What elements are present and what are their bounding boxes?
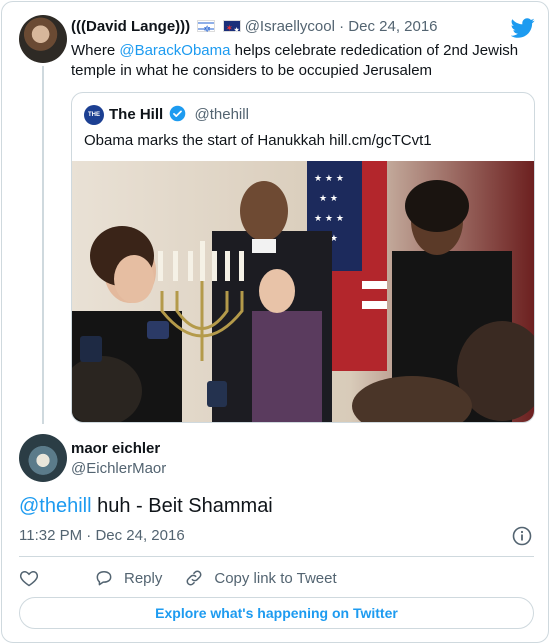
header-separator: ·	[339, 18, 345, 35]
action-divider	[19, 556, 534, 557]
reply-text-body: huh - Beit Shammai	[91, 495, 273, 517]
reply-bubble-icon	[96, 571, 112, 586]
quoted-header: The Hill @thehill	[109, 105, 249, 125]
parent-avatar[interactable]	[19, 15, 67, 63]
copy-link-label: Copy link to Tweet	[214, 569, 337, 587]
svg-text:★ ★ ★: ★ ★ ★	[314, 214, 344, 224]
parent-author-name[interactable]: (((David Lange)))	[71, 18, 190, 35]
thehill-avatar[interactable]: THE HILL	[84, 105, 104, 138]
action-bar: Reply Copy link to Tweet	[19, 567, 359, 589]
reply-button-label: Reply	[124, 569, 163, 587]
svg-text:★ ★: ★ ★	[319, 194, 338, 204]
parent-tweet-text: Where @BarackObama helps celebrate reded…	[71, 41, 531, 81]
parent-author-handle[interactable]: @Israellycool	[245, 18, 335, 35]
reply-meta-separator: ·	[86, 527, 92, 544]
info-icon[interactable]	[512, 526, 532, 546]
reply-timestamp[interactable]: 11:32 PM · Dec 24, 2016	[19, 526, 185, 546]
quoted-tweet[interactable]: THE HILL The Hill @thehill Obama marks t…	[71, 92, 535, 423]
quoted-tweet-text: Obama marks the start of Hanukkah hill.c…	[84, 132, 432, 149]
verified-badge-icon	[170, 105, 186, 122]
quoted-author-name[interactable]: The Hill	[109, 106, 163, 123]
mention-barackobama-link[interactable]: @BarackObama	[119, 42, 230, 59]
copy-link-button[interactable]: Copy link to Tweet	[184, 568, 337, 588]
reply-button[interactable]: Reply	[94, 568, 162, 588]
reply-author-handle[interactable]: @EichlerMaor	[71, 459, 166, 479]
australia-flag-icon	[222, 18, 241, 41]
mention-thehill-link[interactable]: @thehill	[19, 495, 92, 517]
quoted-author-handle[interactable]: @thehill	[195, 106, 249, 123]
reply-tweet-text: @thehill huh - Beit Shammai	[19, 492, 273, 520]
reply-time: 11:32 PM	[19, 527, 83, 544]
thread-connector-line	[42, 66, 44, 424]
heart-icon	[19, 570, 39, 587]
svg-text:★ ★ ★: ★ ★ ★	[314, 174, 344, 184]
like-button[interactable]	[19, 568, 39, 588]
reply-author-name[interactable]: maor eichler	[71, 439, 160, 459]
parent-date[interactable]: Dec 24, 2016	[348, 18, 437, 35]
explore-twitter-button[interactable]: Explore what's happening on Twitter	[19, 597, 534, 629]
hanukkah-photo[interactable]: ★ ★ ★★ ★ ★ ★ ★★ ★	[72, 161, 535, 423]
parent-text-prefix: Where	[71, 42, 120, 59]
tweet-embed-card: (((David Lange))) @Israellycool · Dec 24…	[1, 1, 549, 643]
link-icon	[186, 570, 202, 586]
twitter-bird-icon[interactable]	[511, 16, 535, 40]
israel-flag-icon	[197, 19, 216, 39]
parent-header: (((David Lange))) @Israellycool · Dec 24…	[71, 17, 438, 41]
reply-avatar[interactable]	[19, 434, 67, 482]
reply-date: Dec 24, 2016	[95, 527, 185, 544]
